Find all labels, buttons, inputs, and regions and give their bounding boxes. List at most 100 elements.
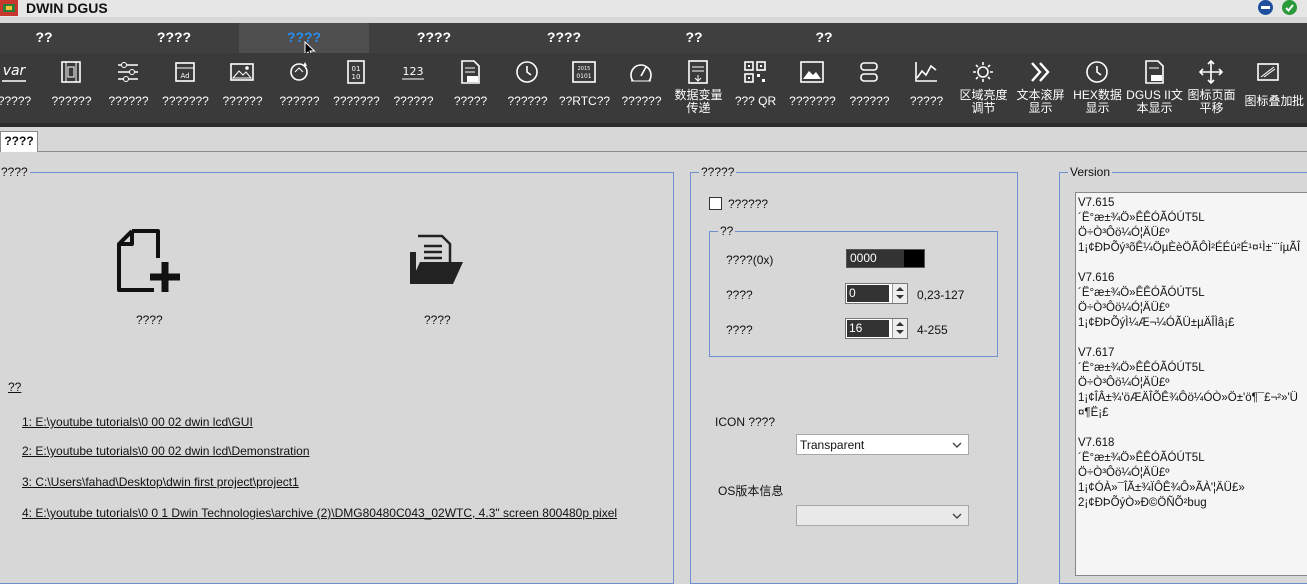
- tool-label: ??????: [849, 94, 890, 108]
- film-icon: [61, 61, 81, 83]
- spin-up-icon[interactable]: [896, 322, 904, 326]
- tool-label: ??????: [621, 94, 662, 108]
- brightness-icon: [973, 62, 993, 82]
- tool-label: 数据变量传递: [674, 88, 723, 115]
- open-project-icon[interactable]: [408, 234, 464, 288]
- recent-project-link[interactable]: 1: E:\youtube tutorials\0 00 02 dwin lcd…: [22, 415, 253, 429]
- tool-data-transfer[interactable]: 数据变量传递: [670, 53, 727, 123]
- color-swatch[interactable]: [904, 250, 924, 267]
- tool-label: ???????: [162, 94, 209, 108]
- tool-brightness[interactable]: 区域亮度调节: [955, 53, 1012, 123]
- checkbox-label: ??????: [728, 197, 769, 211]
- tool-label: ?????: [453, 94, 488, 108]
- tool-batch[interactable]: 批: [1290, 53, 1307, 123]
- menu-tab-5[interactable]: ????: [499, 23, 629, 53]
- tool-hex-display[interactable]: HEX数据显示: [1069, 53, 1126, 123]
- tool-label: 批: [1292, 94, 1305, 108]
- tool-label: 文本滚屏显示: [1016, 88, 1065, 115]
- app-title: DWIN DGUS: [26, 0, 108, 16]
- field1-label: ????: [726, 288, 753, 302]
- text-entry-icon: Ad: [175, 62, 195, 82]
- color-input[interactable]: 0000: [846, 249, 925, 268]
- recent-project-link[interactable]: 2: E:\youtube tutorials\0 00 02 dwin lcd…: [22, 444, 310, 458]
- field2-spinbox[interactable]: 16: [845, 318, 908, 339]
- field2-value[interactable]: 16: [847, 320, 889, 337]
- tool-text-entry[interactable]: Ad ???????: [157, 53, 214, 123]
- tool-scroll[interactable]: ??????: [841, 53, 898, 123]
- recent-project-link[interactable]: 4: E:\youtube tutorials\0 0 1 Dwin Techn…: [22, 506, 617, 520]
- var-icon: var: [2, 63, 27, 82]
- tool-image[interactable]: ??????: [214, 53, 271, 123]
- minimize-button[interactable]: [1258, 0, 1273, 15]
- svg-text:10: 10: [352, 73, 361, 81]
- new-project-label: ????: [136, 313, 163, 327]
- recent-project-link[interactable]: 3: C:\Users\fahad\Desktop\dwin first pro…: [22, 475, 299, 489]
- menu-tab-1[interactable]: ??: [0, 23, 109, 53]
- field1-value[interactable]: 0: [847, 285, 889, 302]
- field1-range: 0,23-127: [917, 288, 965, 302]
- os-version-select[interactable]: [796, 505, 969, 526]
- tool-variable[interactable]: var ?????: [0, 53, 43, 123]
- tool-overlay[interactable]: 图标叠加: [1240, 53, 1297, 123]
- tool-picture[interactable]: ???????: [784, 53, 841, 123]
- tool-slider[interactable]: ??????: [100, 53, 157, 123]
- tool-label: ??????: [108, 94, 149, 108]
- dial-icon: [630, 64, 652, 82]
- tool-text-file[interactable]: ?????: [442, 53, 499, 123]
- document-tab[interactable]: ????: [0, 131, 38, 152]
- svg-text:01: 01: [352, 65, 361, 73]
- tool-label: 图标叠加: [1244, 94, 1293, 108]
- text-file-icon: [461, 60, 480, 84]
- tool-text-scroll[interactable]: 文本滚屏显示: [1012, 53, 1069, 123]
- component-toolbar: var ????? ?????? ?????? Ad ??????? ?????…: [0, 53, 1307, 123]
- option-checkbox[interactable]: [709, 197, 722, 210]
- tool-label: ???????: [789, 94, 836, 108]
- tool-number[interactable]: 123 ??????: [385, 53, 442, 123]
- menu-tab-2[interactable]: ????: [109, 23, 239, 53]
- menu-tab-6[interactable]: ??: [629, 23, 759, 53]
- new-project-icon[interactable]: [116, 228, 182, 294]
- binary-icon: 0110: [347, 60, 365, 84]
- spin-arrows[interactable]: [892, 319, 907, 338]
- tool-binary[interactable]: 01 10 ???????: [328, 53, 385, 123]
- menu-tab-4[interactable]: ????: [369, 23, 499, 53]
- tool-label: DGUS II文本显示: [1126, 88, 1183, 115]
- display-settings-title: ??: [718, 224, 736, 238]
- icon-mode-select[interactable]: Transparent: [796, 434, 969, 455]
- tool-qr[interactable]: ??? QR: [727, 53, 784, 123]
- tool-rtc[interactable]: 2015 0101 ??RTC??: [556, 53, 613, 123]
- svg-text:Ad: Ad: [180, 72, 189, 80]
- tool-dgus-text[interactable]: DGUS II文本显示: [1126, 53, 1183, 123]
- field1-spinbox[interactable]: 0: [845, 283, 908, 304]
- tool-rotate[interactable]: ??????: [271, 53, 328, 123]
- tool-curve[interactable]: ?????: [898, 53, 955, 123]
- menu-tab-7[interactable]: ??: [759, 23, 889, 53]
- image-icon: [230, 63, 254, 81]
- spin-down-icon[interactable]: [896, 295, 904, 299]
- minus-icon: [1261, 6, 1270, 9]
- tool-label: ??????: [393, 94, 434, 108]
- tool-label: ??????: [507, 94, 548, 108]
- tool-dial[interactable]: ??????: [613, 53, 670, 123]
- menu-bar: ?? ???? ???? ???? ???? ?? ??: [0, 23, 1307, 53]
- spin-down-icon[interactable]: [896, 330, 904, 334]
- tool-animation[interactable]: ??????: [43, 53, 100, 123]
- spin-up-icon[interactable]: [896, 287, 904, 291]
- rotate-icon: [290, 62, 308, 81]
- open-project-label: ????: [424, 313, 451, 327]
- chevrons-icon: [1031, 62, 1050, 82]
- tool-label: 图标页面平移: [1187, 88, 1236, 115]
- number-123-icon: 123: [402, 65, 424, 80]
- spin-arrows[interactable]: [892, 284, 907, 303]
- picture-icon: [800, 61, 824, 83]
- clock-icon: [516, 61, 538, 83]
- tool-page-move[interactable]: 图标页面平移: [1183, 53, 1240, 123]
- tool-label: ?????: [0, 94, 32, 108]
- move-icon: [1198, 59, 1224, 85]
- icon-mode-label: ICON ????: [715, 415, 776, 429]
- version-notes-box[interactable]: V7.615 ´Ë°æ±¾Ö»ÊÊÓÃÓÚT5L Ö÷Ò³Ôö¼Ó¦ÄÜ£º 1…: [1075, 192, 1307, 576]
- app-logo-icon: [0, 0, 18, 16]
- tool-clock[interactable]: ??????: [499, 53, 556, 123]
- confirm-button[interactable]: [1282, 0, 1297, 15]
- tool-label: 区域亮度调节: [959, 88, 1008, 115]
